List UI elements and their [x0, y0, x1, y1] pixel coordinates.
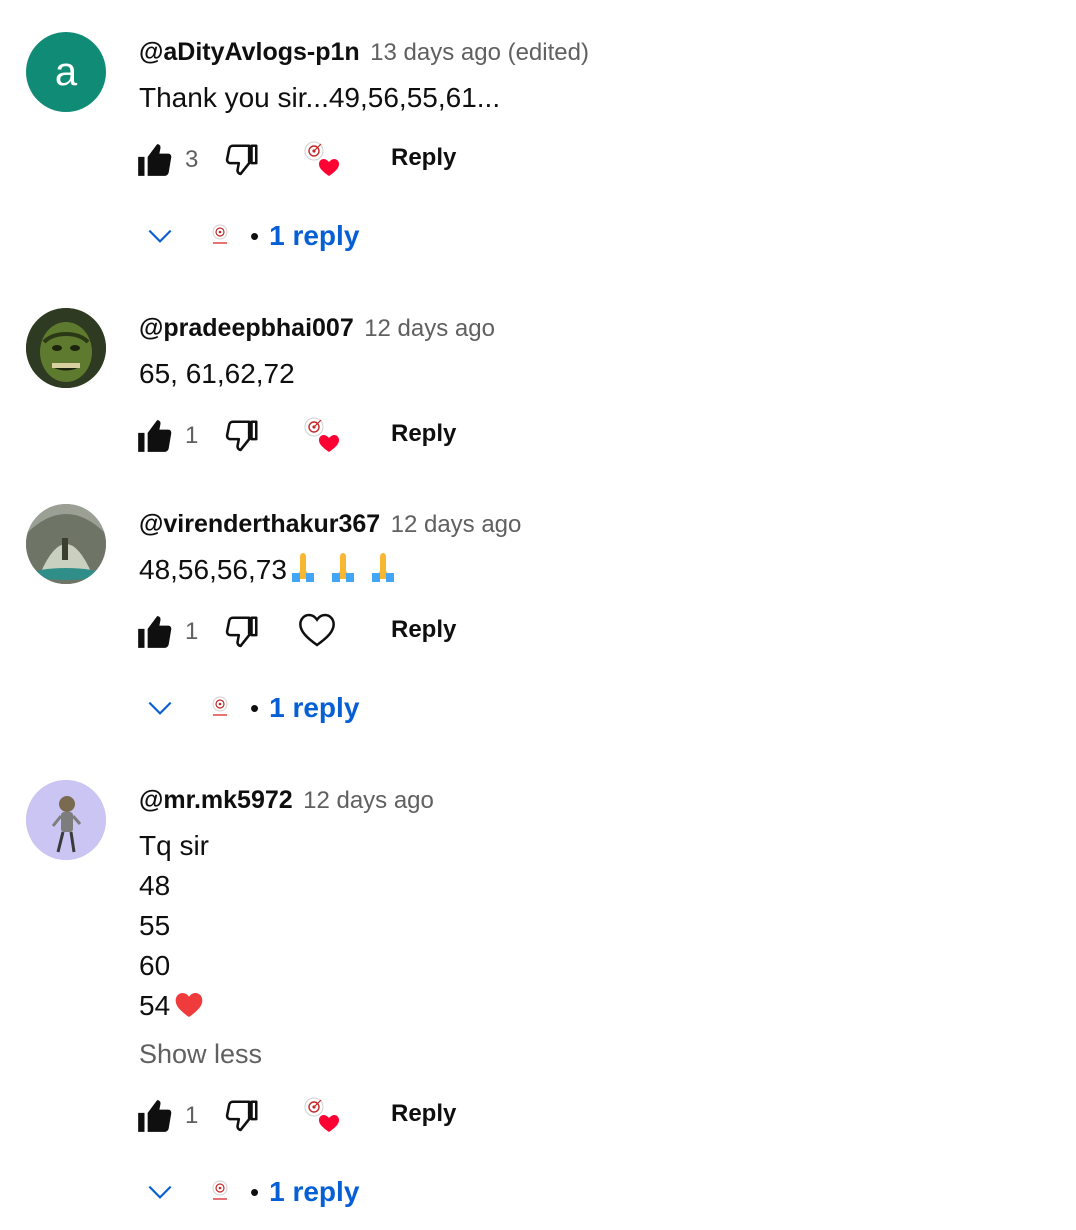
folded-hands-icon: [371, 553, 394, 582]
comment-author[interactable]: @virenderthakur367: [139, 510, 380, 538]
comment-author[interactable]: @aDityAvlogs-p1n: [139, 38, 360, 66]
comment-author[interactable]: @pradeepbhai007: [139, 314, 354, 342]
thumbs-down-icon: [225, 420, 258, 452]
bullet-separator: •: [250, 1176, 260, 1207]
avatar[interactable]: [26, 504, 106, 584]
comment-time[interactable]: 12 days ago: [303, 787, 434, 814]
like-button[interactable]: [135, 141, 173, 179]
thumbs-up-icon: [138, 420, 172, 452]
reply-count-link[interactable]: 1 reply: [269, 1176, 359, 1208]
folded-hands-emoji-icon: [291, 553, 394, 582]
creator-heart-badge[interactable]: [297, 1092, 347, 1138]
comment-actions: 1 Reply: [135, 416, 456, 456]
reply-button[interactable]: Reply: [391, 1100, 456, 1128]
view-replies-button[interactable]: • 1 reply: [144, 688, 359, 728]
channel-owner-avatar: [212, 696, 228, 716]
comment-line-text: 54: [139, 990, 171, 1021]
reply-button[interactable]: Reply: [391, 144, 456, 172]
channel-owner-avatar: [212, 1180, 228, 1200]
avatar-image: [26, 780, 106, 860]
avatar[interactable]: a: [26, 32, 106, 112]
heart-icon: [319, 435, 339, 452]
chevron-down-icon: [148, 229, 172, 243]
chevron-down-icon: [148, 701, 172, 715]
dislike-button[interactable]: [223, 1097, 261, 1135]
avatar[interactable]: [26, 308, 106, 388]
avatar-image: [26, 504, 106, 584]
comment-header: @virenderthakur367 12 days ago: [139, 510, 521, 539]
comment-header: @mr.mk5972 12 days ago: [139, 786, 434, 815]
heart-icon: [319, 1115, 339, 1132]
comment-actions: 1 Reply: [135, 1096, 456, 1136]
creator-heart-badge[interactable]: [297, 412, 347, 458]
thumbs-up-icon: [138, 1100, 172, 1132]
bullet-separator: •: [250, 692, 260, 723]
thumbs-down-icon: [225, 616, 258, 648]
comment-line: 60: [139, 950, 171, 981]
heart-outline-icon: [299, 613, 335, 647]
comment-header: @pradeepbhai007 12 days ago: [139, 314, 495, 343]
like-count: 1: [185, 618, 199, 645]
comment-line: 54❤️: [139, 986, 262, 1026]
view-replies-button[interactable]: • 1 reply: [144, 216, 359, 256]
like-count: 1: [185, 422, 199, 449]
like-count: 3: [185, 146, 199, 173]
dislike-button[interactable]: [223, 141, 261, 179]
like-button[interactable]: [135, 417, 173, 455]
comment-time[interactable]: 12 days ago: [391, 511, 522, 538]
folded-hands-icon: [331, 553, 354, 582]
comment-header: @aDityAvlogs-p1n 13 days ago (edited): [139, 38, 589, 67]
comment-author[interactable]: @mr.mk5972: [139, 786, 293, 814]
comment-time[interactable]: 13 days ago (edited): [370, 39, 589, 66]
comment-line: 55: [139, 910, 171, 941]
thumbs-down-icon: [225, 144, 258, 176]
comment-line-text: 48,56,56,73: [139, 554, 287, 585]
heart-button[interactable]: [297, 608, 347, 654]
comment-actions: 3 Reply: [135, 140, 456, 180]
comment-line: Tq sir: [139, 830, 209, 861]
reply-button[interactable]: Reply: [391, 616, 456, 644]
comment-line: 65, 61,62,72: [139, 358, 295, 389]
avatar-letter: a: [54, 50, 78, 94]
comment-line: Thank you sir...49,56,55,61...: [139, 82, 501, 113]
dislike-button[interactable]: [223, 613, 261, 651]
avatar-image: [26, 308, 106, 388]
bullet-separator: •: [250, 220, 260, 251]
like-button[interactable]: [135, 613, 173, 651]
comment-actions: 1 Reply: [135, 612, 456, 652]
like-count: 1: [185, 1102, 199, 1129]
thumbs-up-icon: [138, 144, 172, 176]
comment-time[interactable]: 12 days ago: [364, 315, 495, 342]
comment-text: 48,56,56,73🙏🙏🙏: [139, 550, 409, 590]
comment-text: Thank you sir...49,56,55,61...: [139, 78, 500, 118]
avatar[interactable]: [26, 780, 106, 860]
reply-button[interactable]: Reply: [391, 420, 456, 448]
comment-text: 65, 61,62,72: [139, 354, 295, 394]
folded-hands-icon: [291, 553, 314, 582]
dislike-button[interactable]: [223, 417, 261, 455]
comment-text: Tq sir 48 55 60 54❤️ Show less: [139, 826, 262, 1074]
thumbs-up-icon: [138, 616, 172, 648]
comment-line: 48: [139, 870, 171, 901]
thumbs-down-icon: [225, 1100, 258, 1132]
show-less-button[interactable]: Show less: [139, 1034, 262, 1074]
heart-icon: [319, 159, 339, 176]
view-replies-button[interactable]: • 1 reply: [144, 1172, 359, 1212]
channel-owner-avatar: [212, 224, 228, 244]
reply-count-link[interactable]: 1 reply: [269, 692, 359, 724]
chevron-down-icon: [148, 1185, 172, 1199]
comment-line: 48,56,56,73🙏🙏🙏: [139, 550, 409, 590]
creator-heart-badge[interactable]: [297, 136, 347, 182]
reply-count-link[interactable]: 1 reply: [269, 220, 359, 252]
red-heart-icon: [175, 993, 203, 1017]
like-button[interactable]: [135, 1097, 173, 1135]
